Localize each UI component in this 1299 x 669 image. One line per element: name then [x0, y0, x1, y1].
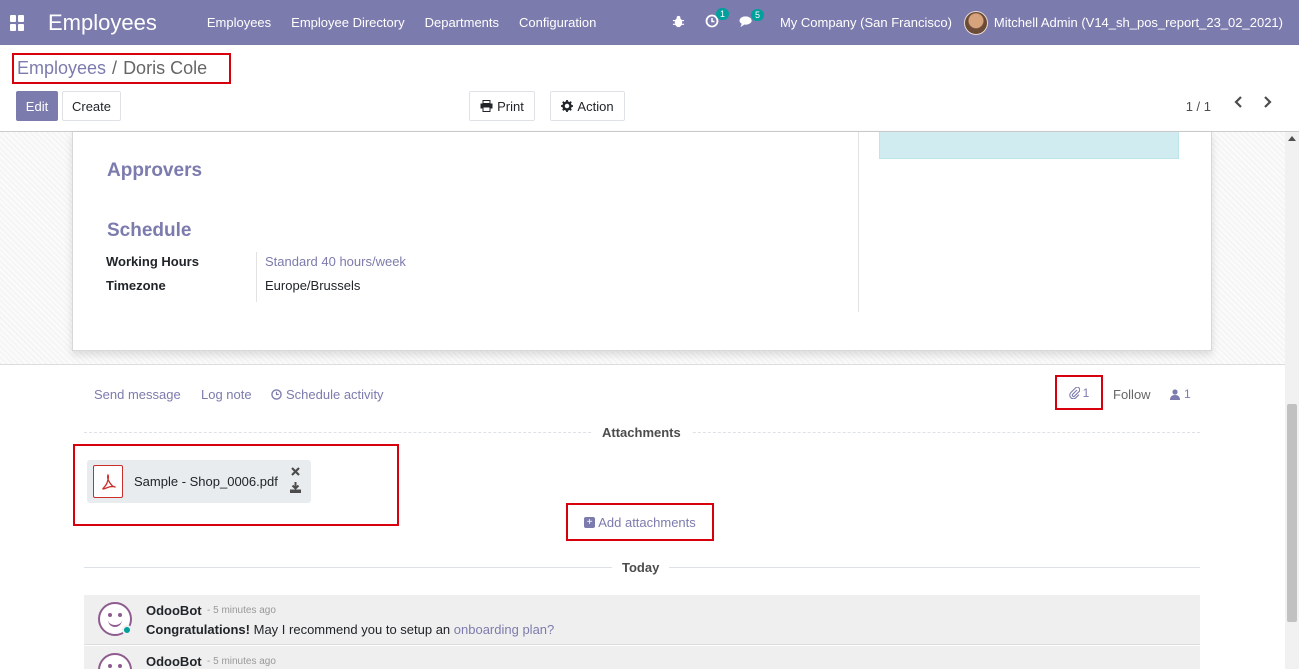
- menu-item-employees[interactable]: Employees: [197, 15, 281, 30]
- pager-value[interactable]: 1 / 1: [1186, 99, 1211, 114]
- activity-badge: 1: [715, 8, 729, 20]
- messages-badge: 5: [750, 8, 764, 21]
- info-box: [879, 132, 1179, 159]
- timezone-label: Timezone: [106, 278, 166, 293]
- messaging-comments-icon[interactable]: 5: [739, 8, 764, 31]
- company-switcher[interactable]: My Company (San Francisco): [780, 15, 952, 30]
- user-menu[interactable]: Mitchell Admin (V14_sh_pos_report_23_02_…: [963, 10, 1283, 35]
- add-attachments-label: Add attachments: [598, 514, 696, 530]
- pager-previous-icon[interactable]: [1234, 95, 1244, 114]
- log-note-button[interactable]: Log note: [201, 387, 252, 402]
- message-date: - 5 minutes ago: [207, 656, 276, 667]
- pager-next-icon[interactable]: [1262, 95, 1272, 114]
- message-body-bold: Congratulations!: [146, 622, 250, 637]
- top-navbar: Employees Employees Employee Directory D…: [0, 0, 1299, 45]
- column-divider: [858, 132, 859, 312]
- apps-menu-icon[interactable]: [10, 14, 26, 31]
- breadcrumb: Employees / Doris Cole: [12, 53, 231, 84]
- page-scrollbar[interactable]: [1285, 132, 1299, 669]
- attachment-actions: [290, 464, 301, 498]
- odoobot-avatar[interactable]: [98, 653, 132, 669]
- onboarding-plan-link[interactable]: onboarding plan?: [454, 622, 554, 637]
- follow-button[interactable]: Follow: [1113, 387, 1151, 402]
- message-author[interactable]: OdooBot: [146, 603, 202, 618]
- attachment-name[interactable]: Sample - Shop_0006.pdf: [134, 474, 278, 489]
- plus-square-icon: +: [584, 516, 596, 528]
- message-body-text: May I recommend you to setup an: [250, 622, 454, 637]
- schedule-activity-button[interactable]: Schedule activity: [271, 387, 384, 402]
- message-item: OdooBot - 5 minutes ago: [84, 646, 1200, 669]
- menu-item-employee-directory[interactable]: Employee Directory: [281, 15, 414, 30]
- print-label: Print: [497, 98, 524, 114]
- working-hours-label: Working Hours: [106, 254, 199, 269]
- clock-icon: [271, 389, 282, 400]
- timezone-value[interactable]: Europe/Brussels: [265, 278, 360, 293]
- action-button[interactable]: Action: [550, 91, 625, 121]
- scroll-up-arrow-icon[interactable]: [1288, 136, 1296, 141]
- create-button[interactable]: Create: [62, 91, 121, 121]
- follower-count: 1: [1184, 387, 1191, 401]
- gear-icon: [561, 100, 574, 112]
- user-icon: [1170, 388, 1180, 400]
- send-message-button[interactable]: Send message: [94, 387, 181, 402]
- field-separator: [256, 252, 257, 302]
- app-name[interactable]: Employees: [48, 10, 157, 36]
- today-label: Today: [612, 560, 670, 575]
- print-button[interactable]: Print: [469, 91, 535, 121]
- online-status-icon: [122, 625, 132, 635]
- user-name: Mitchell Admin (V14_sh_pos_report_23_02_…: [993, 15, 1283, 30]
- menu-item-departments[interactable]: Departments: [415, 15, 509, 30]
- attachment-counter-button[interactable]: 1: [1055, 375, 1103, 410]
- message-author[interactable]: OdooBot: [146, 654, 202, 669]
- schedule-activity-label: Schedule activity: [286, 387, 384, 402]
- schedule-title: Schedule: [107, 220, 192, 241]
- message-body: Congratulations! May I recommend you to …: [146, 622, 554, 637]
- attachment-card[interactable]: Sample - Shop_0006.pdf: [87, 460, 311, 503]
- user-avatar: [963, 10, 988, 35]
- message-item: OdooBot - 5 minutes ago Congratulations!…: [84, 595, 1200, 645]
- attachments-title: Attachments: [592, 425, 691, 440]
- approvers-title: Approvers: [107, 160, 203, 181]
- download-attachment-icon[interactable]: [290, 481, 301, 498]
- breadcrumb-separator: /: [112, 58, 118, 78]
- breadcrumb-current: Doris Cole: [123, 58, 208, 78]
- menu-item-configuration[interactable]: Configuration: [509, 15, 606, 30]
- pdf-file-icon: [93, 465, 123, 498]
- debug-bug-icon[interactable]: [672, 15, 685, 31]
- add-attachments-button[interactable]: + Add attachments: [566, 503, 714, 541]
- paperclip-icon: [1068, 386, 1080, 399]
- main-menu: Employees Employee Directory Departments…: [197, 15, 607, 30]
- edit-button[interactable]: Edit: [16, 91, 58, 121]
- print-icon: [480, 100, 493, 112]
- form-sheet: Approvers Schedule Working Hours Standar…: [72, 132, 1212, 351]
- systray: 1 5 My Company (San Francisco) Mitchell …: [662, 0, 1299, 45]
- breadcrumb-employees[interactable]: Employees: [17, 58, 106, 79]
- scroll-thumb[interactable]: [1287, 404, 1297, 622]
- working-hours-value[interactable]: Standard 40 hours/week: [265, 254, 406, 269]
- remove-attachment-icon[interactable]: [291, 464, 300, 481]
- chatter: Send message Log note Schedule activity …: [0, 364, 1285, 669]
- action-label: Action: [577, 98, 614, 114]
- attachment-count: 1: [1082, 385, 1090, 400]
- activity-clock-icon[interactable]: 1: [705, 8, 729, 31]
- message-date: - 5 minutes ago: [207, 605, 276, 616]
- control-panel: Employees / Doris Cole Edit Create Print…: [0, 45, 1299, 132]
- followers-button[interactable]: 1: [1170, 387, 1191, 401]
